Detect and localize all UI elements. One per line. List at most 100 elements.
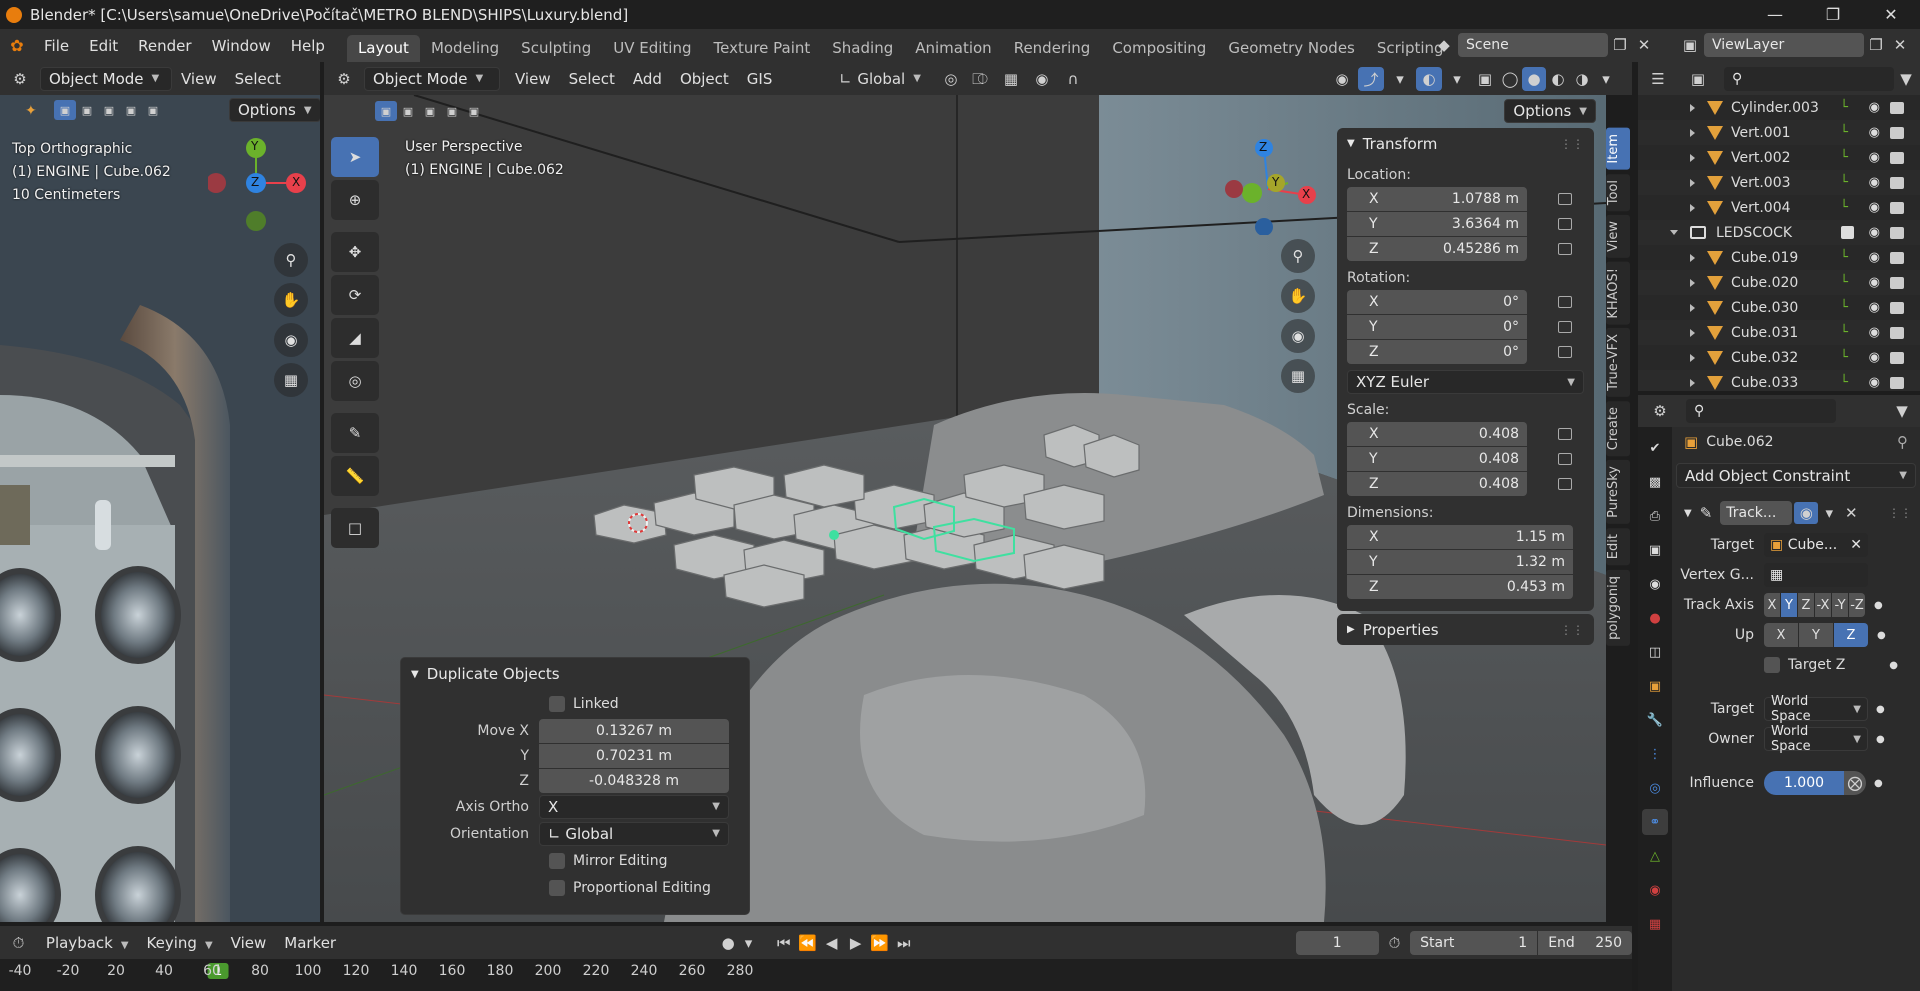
lock-icon[interactable] <box>1558 321 1572 333</box>
orientation-dropdown[interactable]: ∟ Global ▼ <box>833 70 921 88</box>
dimension-x-field[interactable]: X 1.15 m <box>1347 525 1573 549</box>
axis-button[interactable]: X <box>1764 623 1798 647</box>
target-clear-icon[interactable]: ✕ <box>1850 537 1862 553</box>
zoom-icon[interactable]: ⚲ <box>274 243 308 277</box>
output-properties-icon[interactable]: ⎙ <box>1642 503 1668 529</box>
expand-right-icon[interactable] <box>1690 178 1695 187</box>
visibility-eye-icon[interactable]: ◉ <box>1869 325 1880 340</box>
lock-icon[interactable] <box>1558 478 1572 490</box>
properties-options-icon[interactable]: ▼ <box>1890 402 1914 420</box>
expand-right-icon[interactable] <box>1690 278 1695 287</box>
timeline-ruler[interactable]: -40 -20 1 20 40 60 80 100 120 140 160 180 200 220 240 2… <box>0 959 1632 991</box>
end-frame-field[interactable]: End 250 <box>1538 930 1633 955</box>
target-field[interactable]: ▣ Cube... ✕ <box>1764 533 1868 557</box>
select-new-icon[interactable]: ▣ <box>54 100 76 120</box>
lock-icon[interactable] <box>1558 428 1572 440</box>
transform-panel-header[interactable]: ▼ Transform ⋮⋮ <box>1337 128 1594 159</box>
constraint-visibility-icon[interactable]: ◉ <box>1794 502 1819 524</box>
rotation-z-field[interactable]: Z 0° <box>1347 340 1572 364</box>
tab-geometry-nodes[interactable]: Geometry Nodes <box>1217 35 1366 62</box>
move-x-field[interactable]: 0.13267 m <box>539 718 729 743</box>
properties-panel-header[interactable]: ▶ Properties ⋮⋮ <box>1337 614 1594 645</box>
menu-render[interactable]: Render <box>128 37 201 55</box>
location-y-field[interactable]: Y 3.6364 m <box>1347 212 1572 236</box>
timeline-marker-menu[interactable]: Marker <box>275 934 345 952</box>
axis-button[interactable]: Y <box>1799 623 1833 647</box>
add-cube-tool-icon[interactable]: □ <box>331 508 379 548</box>
tab-item[interactable]: Item <box>1606 128 1630 170</box>
axis-button[interactable]: Z <box>1834 623 1868 647</box>
scale-tool-icon[interactable]: ◢ <box>331 318 379 358</box>
timeline-playback-menu[interactable]: Playback ▼ <box>37 934 138 952</box>
add-object-constraint-dropdown[interactable]: Add Object Constraint ▼ <box>1676 463 1916 488</box>
view-layer-properties-icon[interactable]: ▣ <box>1642 537 1668 563</box>
main-options-button[interactable]: Options ▼ <box>1504 99 1596 123</box>
proportional-edit-icon[interactable]: ◉ <box>1029 70 1055 88</box>
lock-icon[interactable] <box>1558 243 1572 255</box>
minimize-icon[interactable]: — <box>1746 0 1804 29</box>
shading-options-icon[interactable]: ▾ <box>1594 70 1618 88</box>
exclude-checkbox-icon[interactable] <box>1841 226 1854 239</box>
outliner-row[interactable]: Vert.003 └ ◉ <box>1638 170 1920 195</box>
render-camera-icon[interactable] <box>1890 326 1904 339</box>
outliner-row[interactable]: Cube.020 └ ◉ <box>1638 270 1920 295</box>
outliner-row[interactable]: Cube.019 └ ◉ <box>1638 245 1920 270</box>
expand-right-icon[interactable] <box>1690 328 1695 337</box>
visibility-eye-icon[interactable]: ◉ <box>1869 100 1880 115</box>
visibility-eye-icon[interactable]: ◉ <box>1869 125 1880 140</box>
outliner-editor-icon[interactable]: ☰ <box>1638 70 1678 88</box>
material-properties-icon[interactable]: ◉ <box>1642 877 1668 903</box>
rotation-y-field[interactable]: Y 0° <box>1347 315 1572 339</box>
remove-viewlayer-icon[interactable]: ✕ <box>1888 36 1912 54</box>
influence-slider[interactable]: 1.000 <box>1764 771 1844 795</box>
expand-right-icon[interactable] <box>1690 203 1695 212</box>
scale-z-field[interactable]: Z 0.408 <box>1347 472 1572 496</box>
properties-drag-handle-icon[interactable]: ⋮⋮ <box>1560 623 1584 637</box>
axis-button[interactable]: -Y <box>1832 593 1848 617</box>
timeline-keying-menu[interactable]: Keying ▼ <box>138 934 222 952</box>
render-camera-icon[interactable] <box>1890 226 1904 239</box>
expand-right-icon[interactable] <box>1690 103 1695 112</box>
visibility-icon[interactable]: ◉ <box>1326 70 1358 88</box>
owner-space-dropdown[interactable]: World Space ▼ <box>1764 724 1868 754</box>
visibility-eye-icon[interactable]: ◉ <box>1869 175 1880 190</box>
outliner-filter-icon[interactable]: ▼ <box>1894 70 1918 88</box>
outliner-row[interactable]: Cube.033 └ ◉ <box>1638 370 1920 391</box>
render-camera-icon[interactable] <box>1890 151 1904 164</box>
select-subtract-icon[interactable]: ▣ <box>98 100 120 120</box>
prev-keyframe-icon[interactable]: ⏪ <box>796 934 820 952</box>
new-scene-icon[interactable]: ❐ <box>1608 36 1632 54</box>
select-extend-icon[interactable]: ▣ <box>76 100 98 120</box>
properties-editor-icon[interactable]: ⚙ <box>1642 402 1678 420</box>
tab-compositing[interactable]: Compositing <box>1101 35 1217 62</box>
drag-handle-icon[interactable]: ⋮⋮ <box>1560 137 1584 151</box>
tab-true-vfx[interactable]: True-VFX <box>1606 328 1630 398</box>
expand-right-icon[interactable] <box>1690 128 1695 137</box>
lock-icon[interactable] <box>1558 193 1572 205</box>
proportional-editing-row[interactable]: Proportional Editing <box>401 874 749 901</box>
render-camera-icon[interactable] <box>1890 201 1904 214</box>
axis-button[interactable]: Z <box>1798 593 1814 617</box>
target-space-dropdown[interactable]: World Space ▼ <box>1764 694 1868 724</box>
up-axis-keyframe-icon[interactable]: ● <box>1877 630 1886 641</box>
move-y-field[interactable]: 0.70231 m <box>539 744 729 768</box>
falloff-icon[interactable]: ∩ <box>1055 70 1091 88</box>
menu-select[interactable]: Select <box>560 70 624 88</box>
menu-edit[interactable]: Edit <box>79 37 128 55</box>
properties-search-input[interactable]: ⚲ <box>1686 399 1836 423</box>
main-camera-icon[interactable]: ◉ <box>1281 319 1315 353</box>
axis-button[interactable]: -Z <box>1849 593 1865 617</box>
constraint-collapse-icon[interactable]: ▼ <box>1684 508 1692 519</box>
render-camera-icon[interactable] <box>1890 276 1904 289</box>
timeline-view-menu[interactable]: View <box>222 934 276 952</box>
select-box-tool-icon[interactable]: ➤ <box>331 137 379 177</box>
lock-icon[interactable] <box>1558 453 1572 465</box>
main-select-extend-icon[interactable]: ▣ <box>397 101 419 121</box>
dimension-y-field[interactable]: Y 1.32 m <box>1347 550 1573 574</box>
outliner-search-input[interactable]: ⚲ <box>1724 66 1894 91</box>
main-select-subtract-icon[interactable]: ▣ <box>419 101 441 121</box>
gizmo-dropdown-icon[interactable]: ▾ <box>1384 70 1416 88</box>
outliner-row[interactable]: Vert.002 └ ◉ <box>1638 145 1920 170</box>
remove-scene-icon[interactable]: ✕ <box>1632 36 1656 54</box>
outliner-row[interactable]: Cube.032 └ ◉ <box>1638 345 1920 370</box>
